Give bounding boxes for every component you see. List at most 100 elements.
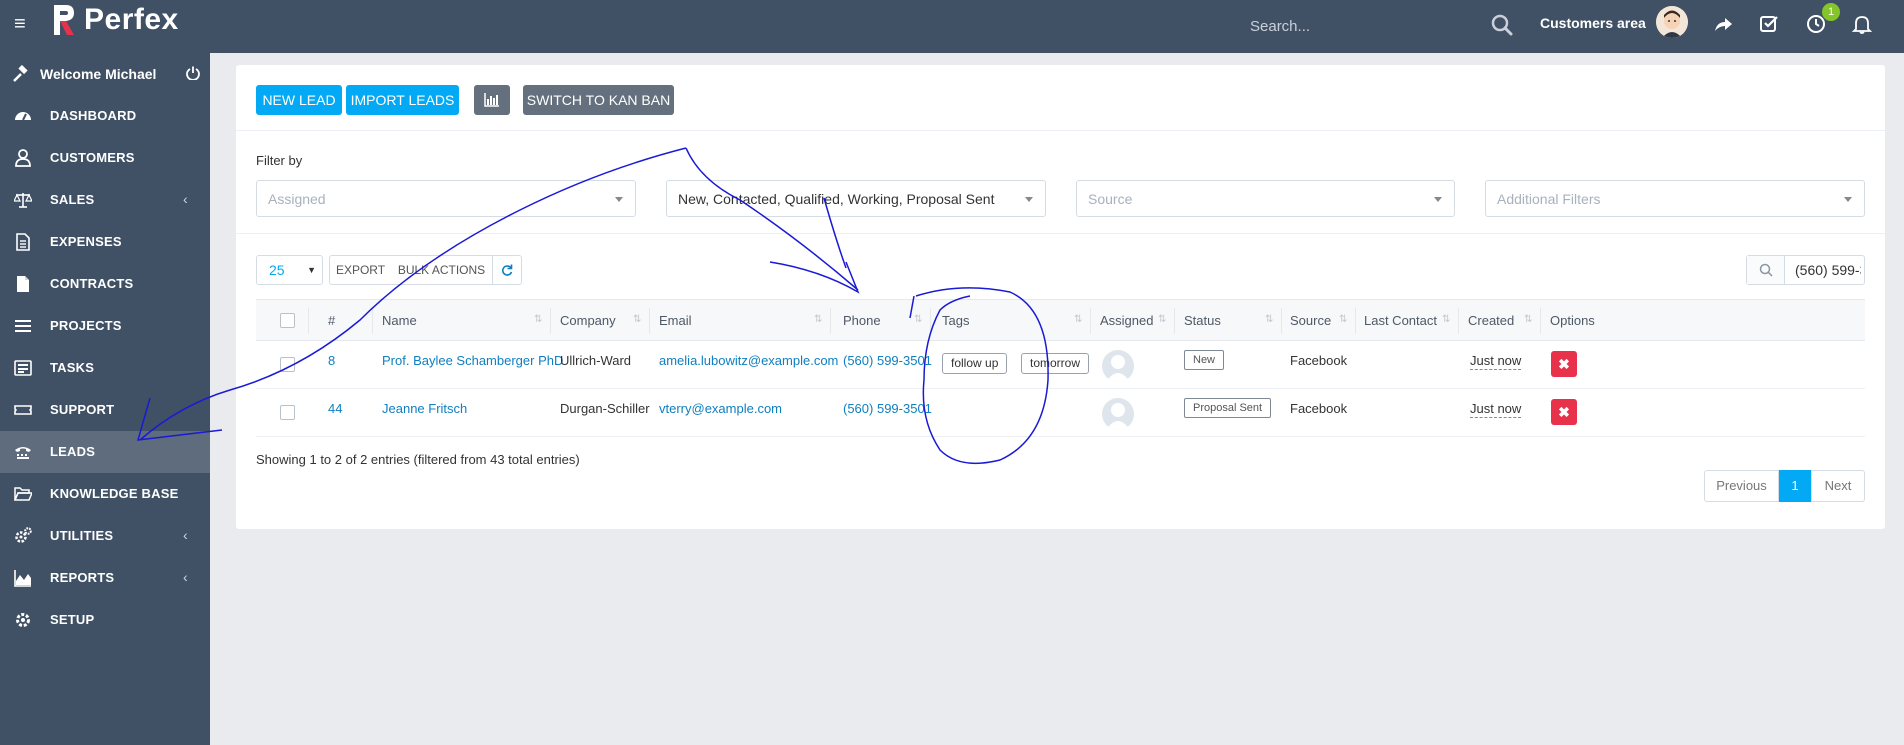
column-separator bbox=[1355, 308, 1356, 334]
lead-phone-link[interactable]: (560) 599-3501 bbox=[843, 353, 932, 368]
sidebar-item-label: SALES bbox=[50, 192, 95, 207]
table-search-input[interactable]: (560) 599-3501 bbox=[1746, 255, 1865, 285]
customers-area-link[interactable]: Customers area bbox=[1540, 15, 1646, 31]
reload-button[interactable] bbox=[492, 255, 522, 285]
search-icon[interactable] bbox=[1490, 13, 1514, 37]
switch-to-kanban-button[interactable]: SWITCH TO KAN BAN bbox=[523, 85, 674, 115]
column-header-phone[interactable]: Phone bbox=[843, 313, 881, 328]
sort-icon[interactable]: ⇅ bbox=[534, 314, 542, 325]
global-search-input[interactable] bbox=[1250, 14, 1500, 38]
sidebar-item-label: DASHBOARD bbox=[50, 108, 137, 123]
lead-email-link[interactable]: vterry@example.com bbox=[659, 401, 782, 416]
status-badge[interactable]: New bbox=[1184, 350, 1225, 370]
status-badge[interactable]: Proposal Sent bbox=[1184, 398, 1272, 418]
sort-icon[interactable]: ⇅ bbox=[914, 314, 922, 325]
sidebar-item-label: CONTRACTS bbox=[50, 276, 134, 291]
status-filter-select[interactable]: New, Contacted, Qualified, Working, Prop… bbox=[666, 180, 1046, 217]
pagination-page-1[interactable]: 1 bbox=[1779, 470, 1811, 502]
app-name: Perfex bbox=[84, 3, 179, 36]
source-filter-select[interactable]: Source bbox=[1076, 180, 1455, 217]
column-header-created[interactable]: Created bbox=[1468, 313, 1514, 328]
sidebar-item-leads[interactable]: LEADS bbox=[0, 431, 210, 473]
sort-icon[interactable]: ⇅ bbox=[1524, 314, 1532, 325]
caret-down-icon bbox=[1434, 197, 1442, 202]
select-all-checkbox[interactable] bbox=[280, 313, 295, 328]
sidebar-item-expenses[interactable]: EXPENSES bbox=[0, 221, 210, 263]
table-search-icon-box bbox=[1747, 256, 1785, 284]
column-header-tags[interactable]: Tags bbox=[942, 313, 969, 328]
column-header-last-contact[interactable]: Last Contact bbox=[1364, 313, 1437, 328]
pagination-next[interactable]: Next bbox=[1811, 470, 1865, 502]
lead-email-link[interactable]: amelia.lubowitz@example.com bbox=[659, 353, 838, 368]
check-square-icon[interactable] bbox=[1758, 13, 1780, 35]
sidebar-item-sales[interactable]: SALES ‹ bbox=[0, 179, 210, 221]
sidebar-item-label: REPORTS bbox=[50, 570, 115, 585]
user-avatar[interactable] bbox=[1656, 6, 1688, 38]
sort-icon[interactable]: ⇅ bbox=[1074, 314, 1082, 325]
hamburger-menu-icon[interactable]: ≡ bbox=[14, 14, 26, 34]
sort-icon[interactable]: ⇅ bbox=[1442, 314, 1450, 325]
sidebar-item-customers[interactable]: CUSTOMERS bbox=[0, 137, 210, 179]
welcome-text: Welcome Michael bbox=[40, 66, 157, 82]
sidebar-item-projects[interactable]: PROJECTS bbox=[0, 305, 210, 347]
import-leads-button[interactable]: IMPORT LEADS bbox=[346, 85, 459, 115]
assignee-avatar[interactable] bbox=[1102, 350, 1134, 382]
sidebar-item-tasks[interactable]: TASKS bbox=[0, 347, 210, 389]
assigned-filter-select[interactable]: Assigned bbox=[256, 180, 636, 217]
sort-icon[interactable]: ⇅ bbox=[814, 314, 822, 325]
additional-filters-placeholder: Additional Filters bbox=[1497, 191, 1601, 207]
power-icon[interactable] bbox=[186, 66, 200, 80]
source-filter-placeholder: Source bbox=[1088, 191, 1133, 207]
table-row[interactable]: 8 Prof. Baylee Schamberger PhD Ullrich-W… bbox=[256, 341, 1865, 389]
bars-icon bbox=[15, 320, 31, 332]
assignee-avatar[interactable] bbox=[1102, 398, 1134, 430]
lead-phone-link[interactable]: (560) 599-3501 bbox=[843, 401, 932, 416]
pagination-previous[interactable]: Previous bbox=[1704, 470, 1779, 502]
caret-down-icon: ▼ bbox=[307, 265, 316, 275]
app-logo[interactable]: Perfex bbox=[52, 3, 179, 37]
caret-down-icon bbox=[1844, 197, 1852, 202]
caret-down-icon bbox=[1025, 197, 1033, 202]
sidebar-item-contracts[interactable]: CONTRACTS bbox=[0, 263, 210, 305]
sidebar-item-utilities[interactable]: UTILITIES ‹ bbox=[0, 515, 210, 557]
share-icon[interactable] bbox=[1712, 13, 1734, 35]
lead-name-link[interactable]: Jeanne Fritsch bbox=[382, 401, 467, 416]
table-row[interactable]: 44 Jeanne Fritsch Durgan-Schiller vterry… bbox=[256, 389, 1865, 437]
column-header-email[interactable]: Email bbox=[659, 313, 692, 328]
sidebar-item-support[interactable]: SUPPORT bbox=[0, 389, 210, 431]
column-header-assigned[interactable]: Assigned bbox=[1100, 313, 1153, 328]
sidebar-item-setup[interactable]: SETUP bbox=[0, 599, 210, 641]
sidebar-item-dashboard[interactable]: DASHBOARD bbox=[0, 95, 210, 137]
delete-lead-button[interactable]: ✖ bbox=[1551, 399, 1577, 425]
page-length-select[interactable]: 25 ▼ bbox=[256, 255, 323, 285]
lead-id[interactable]: 44 bbox=[328, 401, 342, 416]
sort-icon[interactable]: ⇅ bbox=[633, 314, 641, 325]
sidebar-item-reports[interactable]: REPORTS ‹ bbox=[0, 557, 210, 599]
bulk-actions-button[interactable]: BULK ACTIONS bbox=[391, 255, 493, 285]
row-checkbox[interactable] bbox=[280, 357, 295, 372]
sidebar-item-knowledge-base[interactable]: KNOWLEDGE BASE bbox=[0, 473, 210, 515]
column-header-name[interactable]: Name bbox=[382, 313, 417, 328]
row-checkbox[interactable] bbox=[280, 405, 295, 420]
delete-lead-button[interactable]: ✖ bbox=[1551, 351, 1577, 377]
column-header-source[interactable]: Source bbox=[1290, 313, 1331, 328]
lead-company: Ullrich-Ward bbox=[560, 353, 632, 368]
bell-icon[interactable] bbox=[1851, 13, 1873, 35]
sort-icon[interactable]: ⇅ bbox=[1339, 314, 1347, 325]
new-lead-button[interactable]: NEW LEAD bbox=[256, 85, 342, 115]
lead-name-link[interactable]: Prof. Baylee Schamberger PhD bbox=[382, 353, 563, 368]
summary-chart-button[interactable] bbox=[474, 85, 510, 115]
column-header-status[interactable]: Status bbox=[1184, 313, 1221, 328]
column-header-company[interactable]: Company bbox=[560, 313, 616, 328]
notification-count-badge: 1 bbox=[1822, 3, 1840, 21]
ticket-icon bbox=[14, 405, 32, 415]
column-header-id[interactable]: # bbox=[328, 313, 335, 328]
table-info-text: Showing 1 to 2 of 2 entries (filtered fr… bbox=[256, 452, 580, 467]
lead-id[interactable]: 8 bbox=[328, 353, 335, 368]
additional-filters-select[interactable]: Additional Filters bbox=[1485, 180, 1865, 217]
sort-icon[interactable]: ⇅ bbox=[1158, 314, 1166, 325]
export-button[interactable]: EXPORT bbox=[329, 255, 392, 285]
sort-icon[interactable]: ⇅ bbox=[1265, 314, 1273, 325]
top-navbar: ≡ Perfex Customers area 1 bbox=[0, 0, 1904, 53]
column-separator bbox=[550, 308, 551, 334]
